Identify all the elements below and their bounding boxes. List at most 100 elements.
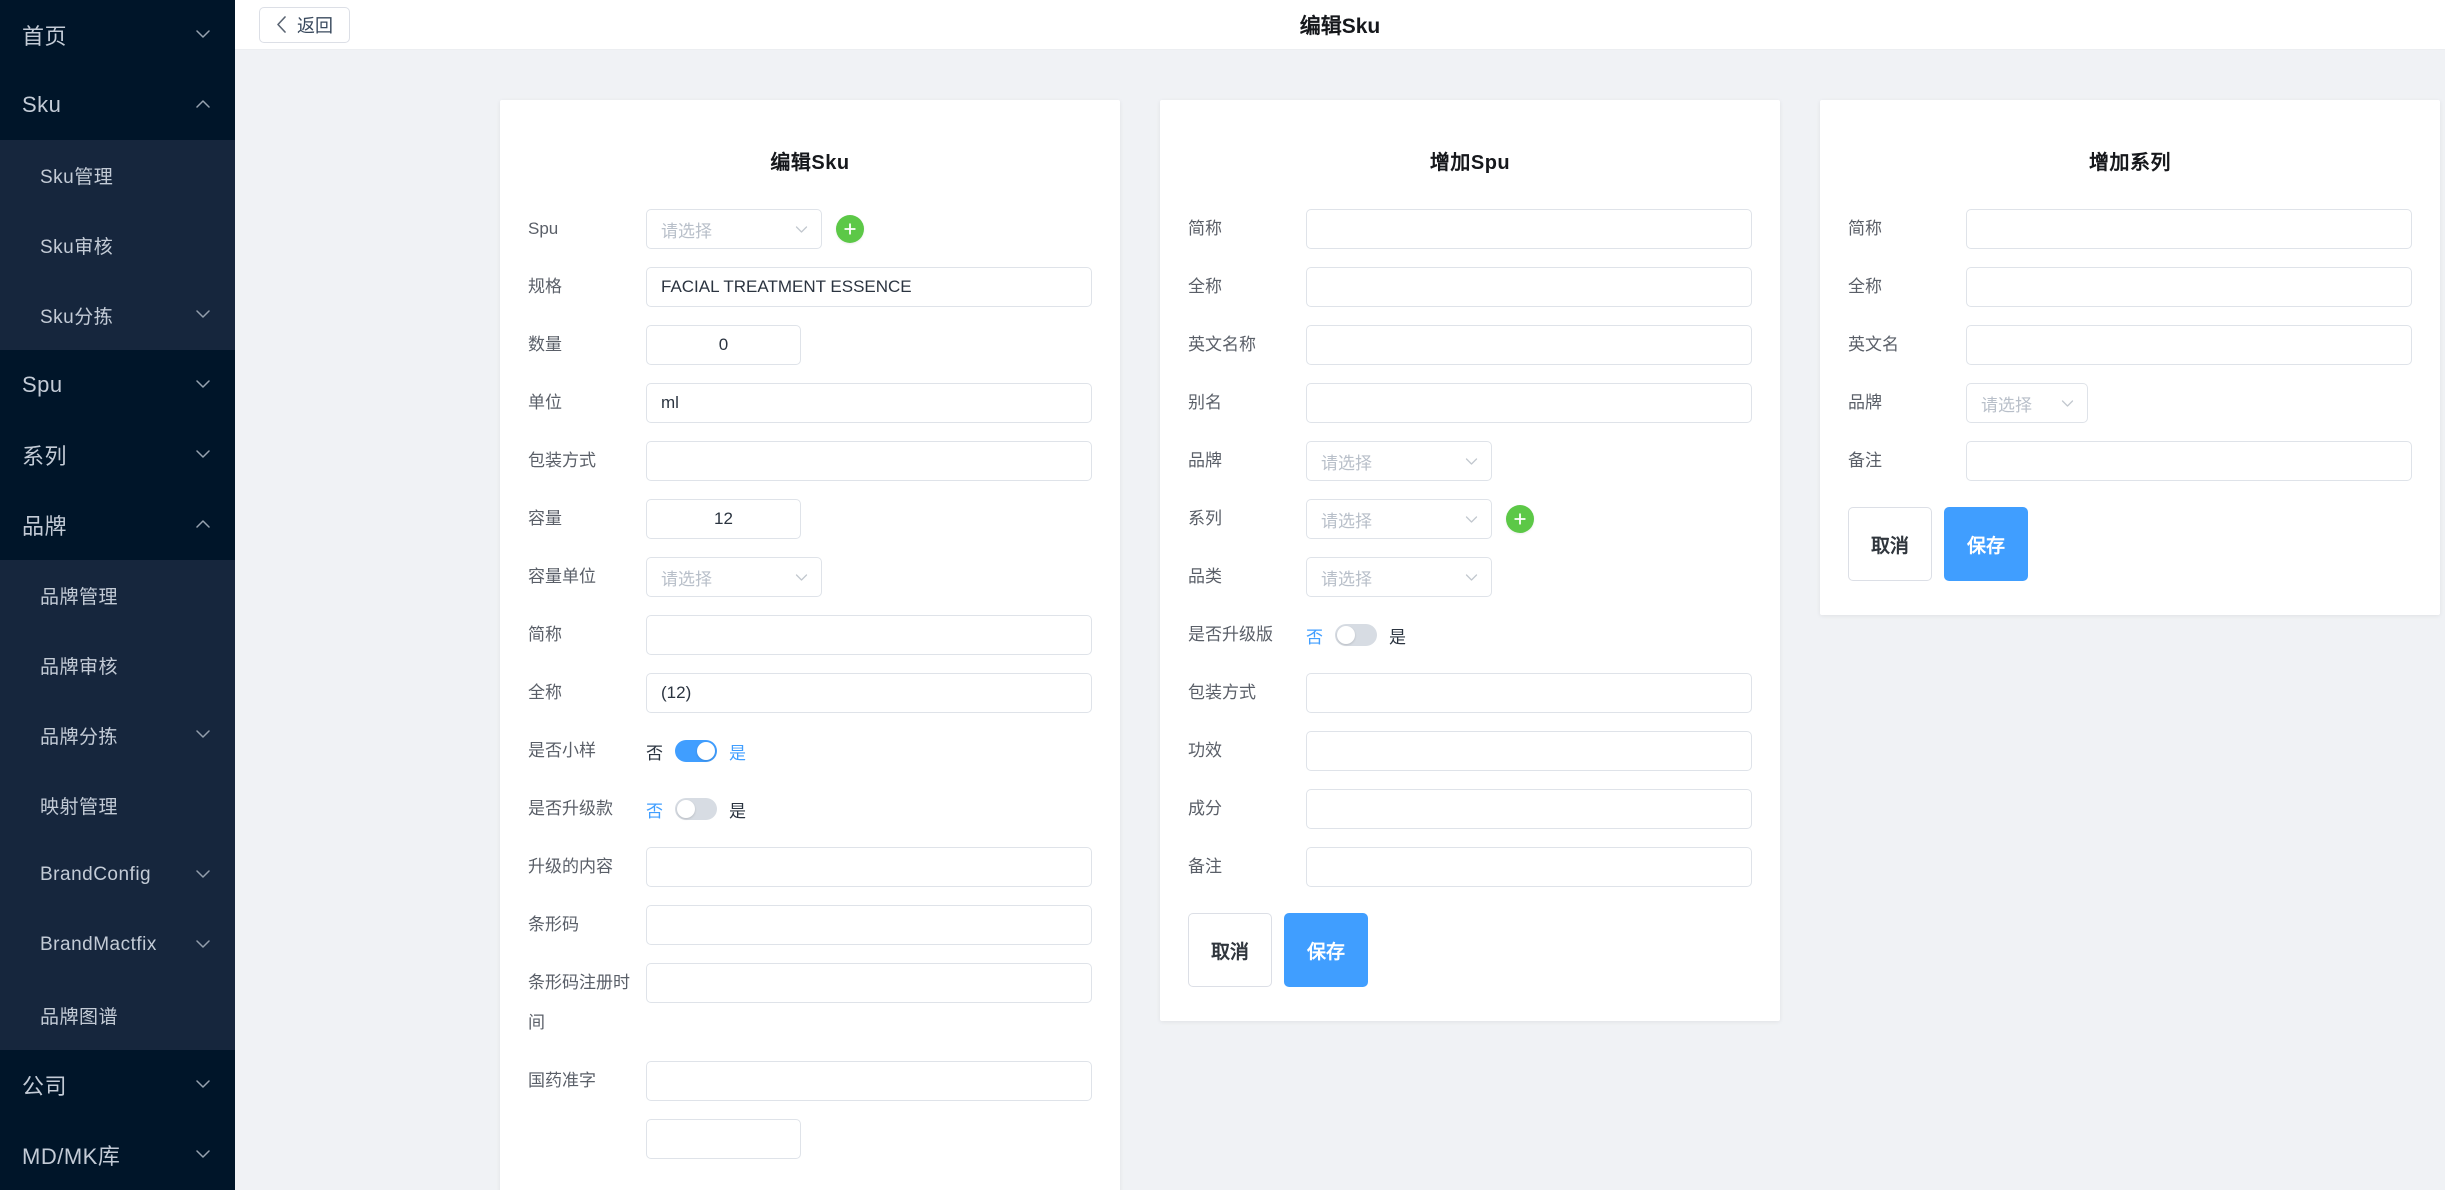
sidebar-subitem-sku分拣[interactable]: Sku分拣 xyxy=(0,280,235,350)
sidebar-item-品牌[interactable]: 品牌 xyxy=(0,490,235,560)
input-条形码注册时间[interactable] xyxy=(646,963,1092,1003)
input-容量[interactable] xyxy=(646,499,801,539)
toggle-是否小样[interactable] xyxy=(675,740,717,762)
input-单位[interactable] xyxy=(646,383,1092,423)
form-row: 系列 请选择 xyxy=(1188,499,1752,539)
input-功效[interactable] xyxy=(1306,731,1752,771)
sidebar-item-首页[interactable]: 首页 xyxy=(0,0,235,70)
input-条形码[interactable] xyxy=(646,905,1092,945)
input-简称[interactable] xyxy=(646,615,1092,655)
button-row: 取消 保存 xyxy=(1848,507,2412,581)
input-升级的内容[interactable] xyxy=(646,847,1092,887)
sidebar-item-spu[interactable]: Spu xyxy=(0,350,235,420)
field-control xyxy=(646,847,1092,887)
field-control: 否是 xyxy=(1306,615,1752,655)
form-card-2: 增加系列 简称 全称 英文名 品牌 请选择 备注 取消 保存 xyxy=(1820,100,2440,615)
cancel-button[interactable]: 取消 xyxy=(1188,913,1273,987)
app-root: 首页 Sku Sku管理 Sku审核 Sku分拣 Spu 系列 品牌 品牌管理 品牌审核 品牌分拣映… xyxy=(0,0,2445,1190)
input-包装方式[interactable] xyxy=(1306,673,1752,713)
sidebar-subitem-品牌图谱[interactable]: 品牌图谱 xyxy=(0,980,235,1050)
field-control xyxy=(646,267,1092,307)
form-card-0: 编辑SkuSpu请选择规格数量单位包装方式容量容量单位请选择简称全称是否小样否是… xyxy=(500,100,1120,1190)
sidebar-item-label: 公司 xyxy=(22,1074,68,1099)
form-row: 是否小样 否是 xyxy=(528,731,1092,771)
input-包装方式[interactable] xyxy=(646,441,1092,481)
input-别名[interactable] xyxy=(1306,383,1752,423)
form-row: Spu 请选择 xyxy=(528,209,1092,249)
select-Spu[interactable]: 请选择 xyxy=(646,209,822,249)
input-国药准字[interactable] xyxy=(646,1061,1092,1101)
input-简称[interactable] xyxy=(1306,209,1752,249)
sidebar-subitem-brandconfig[interactable]: BrandConfig xyxy=(0,840,235,910)
sidebar-subitem-brandmactfix[interactable]: BrandMactfix xyxy=(0,910,235,980)
form-row: 国药准字 xyxy=(528,1061,1092,1101)
sidebar-item-md-mk库[interactable]: MD/MK库 xyxy=(0,1120,235,1190)
toggle-是否升级款[interactable] xyxy=(675,798,717,820)
back-button[interactable]: 返回 xyxy=(259,6,350,43)
sidebar-item-label: 首页 xyxy=(22,24,68,49)
select-品牌[interactable]: 请选择 xyxy=(1306,441,1492,481)
switch-off-label: 否 xyxy=(646,743,663,763)
sidebar-subitem-sku审核[interactable]: Sku审核 xyxy=(0,210,235,280)
input-field[interactable] xyxy=(646,1119,801,1159)
input-全称[interactable] xyxy=(1306,267,1752,307)
field-control xyxy=(1966,209,2412,249)
add-系列-button[interactable] xyxy=(1506,505,1534,533)
input-英文名称[interactable] xyxy=(1306,325,1752,365)
chevron-down-icon xyxy=(1464,570,1479,585)
toggle-是否升级版[interactable] xyxy=(1335,624,1377,646)
input-数量[interactable] xyxy=(646,325,801,365)
select-品类[interactable]: 请选择 xyxy=(1306,557,1492,597)
chevron-down-icon xyxy=(794,222,809,237)
sidebar-subitem-映射管理[interactable]: 映射管理 xyxy=(0,770,235,840)
field-label: 品牌 xyxy=(1188,451,1222,470)
sidebar-subitem-品牌审核[interactable]: 品牌审核 xyxy=(0,630,235,700)
input-全称[interactable] xyxy=(1966,267,2412,307)
sidebar-subitem-label: BrandMactfix xyxy=(40,934,157,955)
field-control: 请选择 xyxy=(646,209,1092,249)
sidebar-item-label: Sku xyxy=(22,92,62,117)
sidebar-subitem-品牌管理[interactable]: 品牌管理 xyxy=(0,560,235,630)
input-成分[interactable] xyxy=(1306,789,1752,829)
select-value: 请选择 xyxy=(661,569,712,589)
sidebar-item-sku[interactable]: Sku xyxy=(0,70,235,140)
field-control xyxy=(646,615,1092,655)
field-label: 简称 xyxy=(528,625,562,644)
save-button[interactable]: 保存 xyxy=(1284,913,1369,987)
switch-group: 否是 xyxy=(646,731,746,771)
input-备注[interactable] xyxy=(1306,847,1752,887)
field-label: 是否小样 xyxy=(528,741,596,760)
select-系列[interactable]: 请选择 xyxy=(1306,499,1492,539)
sidebar-item-系列[interactable]: 系列 xyxy=(0,420,235,490)
save-button[interactable]: 保存 xyxy=(1944,507,2029,581)
sidebar-subitem-品牌分拣[interactable]: 品牌分拣 xyxy=(0,700,235,770)
sidebar-subitem-label: 品牌管理 xyxy=(40,586,119,608)
field-control xyxy=(646,325,1092,365)
sidebar-subitem-sku管理[interactable]: Sku管理 xyxy=(0,140,235,210)
toggle-knob xyxy=(1337,626,1355,644)
field-label: 功效 xyxy=(1188,741,1222,760)
form-row xyxy=(528,1119,1092,1159)
add-Spu-button[interactable] xyxy=(836,215,864,243)
chevron-down-icon xyxy=(195,866,213,884)
toggle-knob xyxy=(677,800,695,818)
input-规格[interactable] xyxy=(646,267,1092,307)
select-容量单位[interactable]: 请选择 xyxy=(646,557,822,597)
form-row: 简称 xyxy=(528,615,1092,655)
field-label: 单位 xyxy=(528,393,562,412)
input-简称[interactable] xyxy=(1966,209,2412,249)
input-英文名[interactable] xyxy=(1966,325,2412,365)
content-area: 编辑SkuSpu请选择规格数量单位包装方式容量容量单位请选择简称全称是否小样否是… xyxy=(235,50,2445,1190)
field-control xyxy=(1306,267,1752,307)
field-control xyxy=(1306,325,1752,365)
input-全称[interactable] xyxy=(646,673,1092,713)
select-品牌[interactable]: 请选择 xyxy=(1966,383,2088,423)
sidebar-group-1: Sku Sku管理 Sku审核 Sku分拣 xyxy=(0,70,235,350)
input-备注[interactable] xyxy=(1966,441,2412,481)
cancel-button[interactable]: 取消 xyxy=(1848,507,1933,581)
field-control xyxy=(1306,789,1752,829)
sidebar-item-公司[interactable]: 公司 xyxy=(0,1050,235,1120)
field-control xyxy=(1306,673,1752,713)
card-title: 编辑Sku xyxy=(770,152,850,174)
form-row: 包装方式 xyxy=(1188,673,1752,713)
